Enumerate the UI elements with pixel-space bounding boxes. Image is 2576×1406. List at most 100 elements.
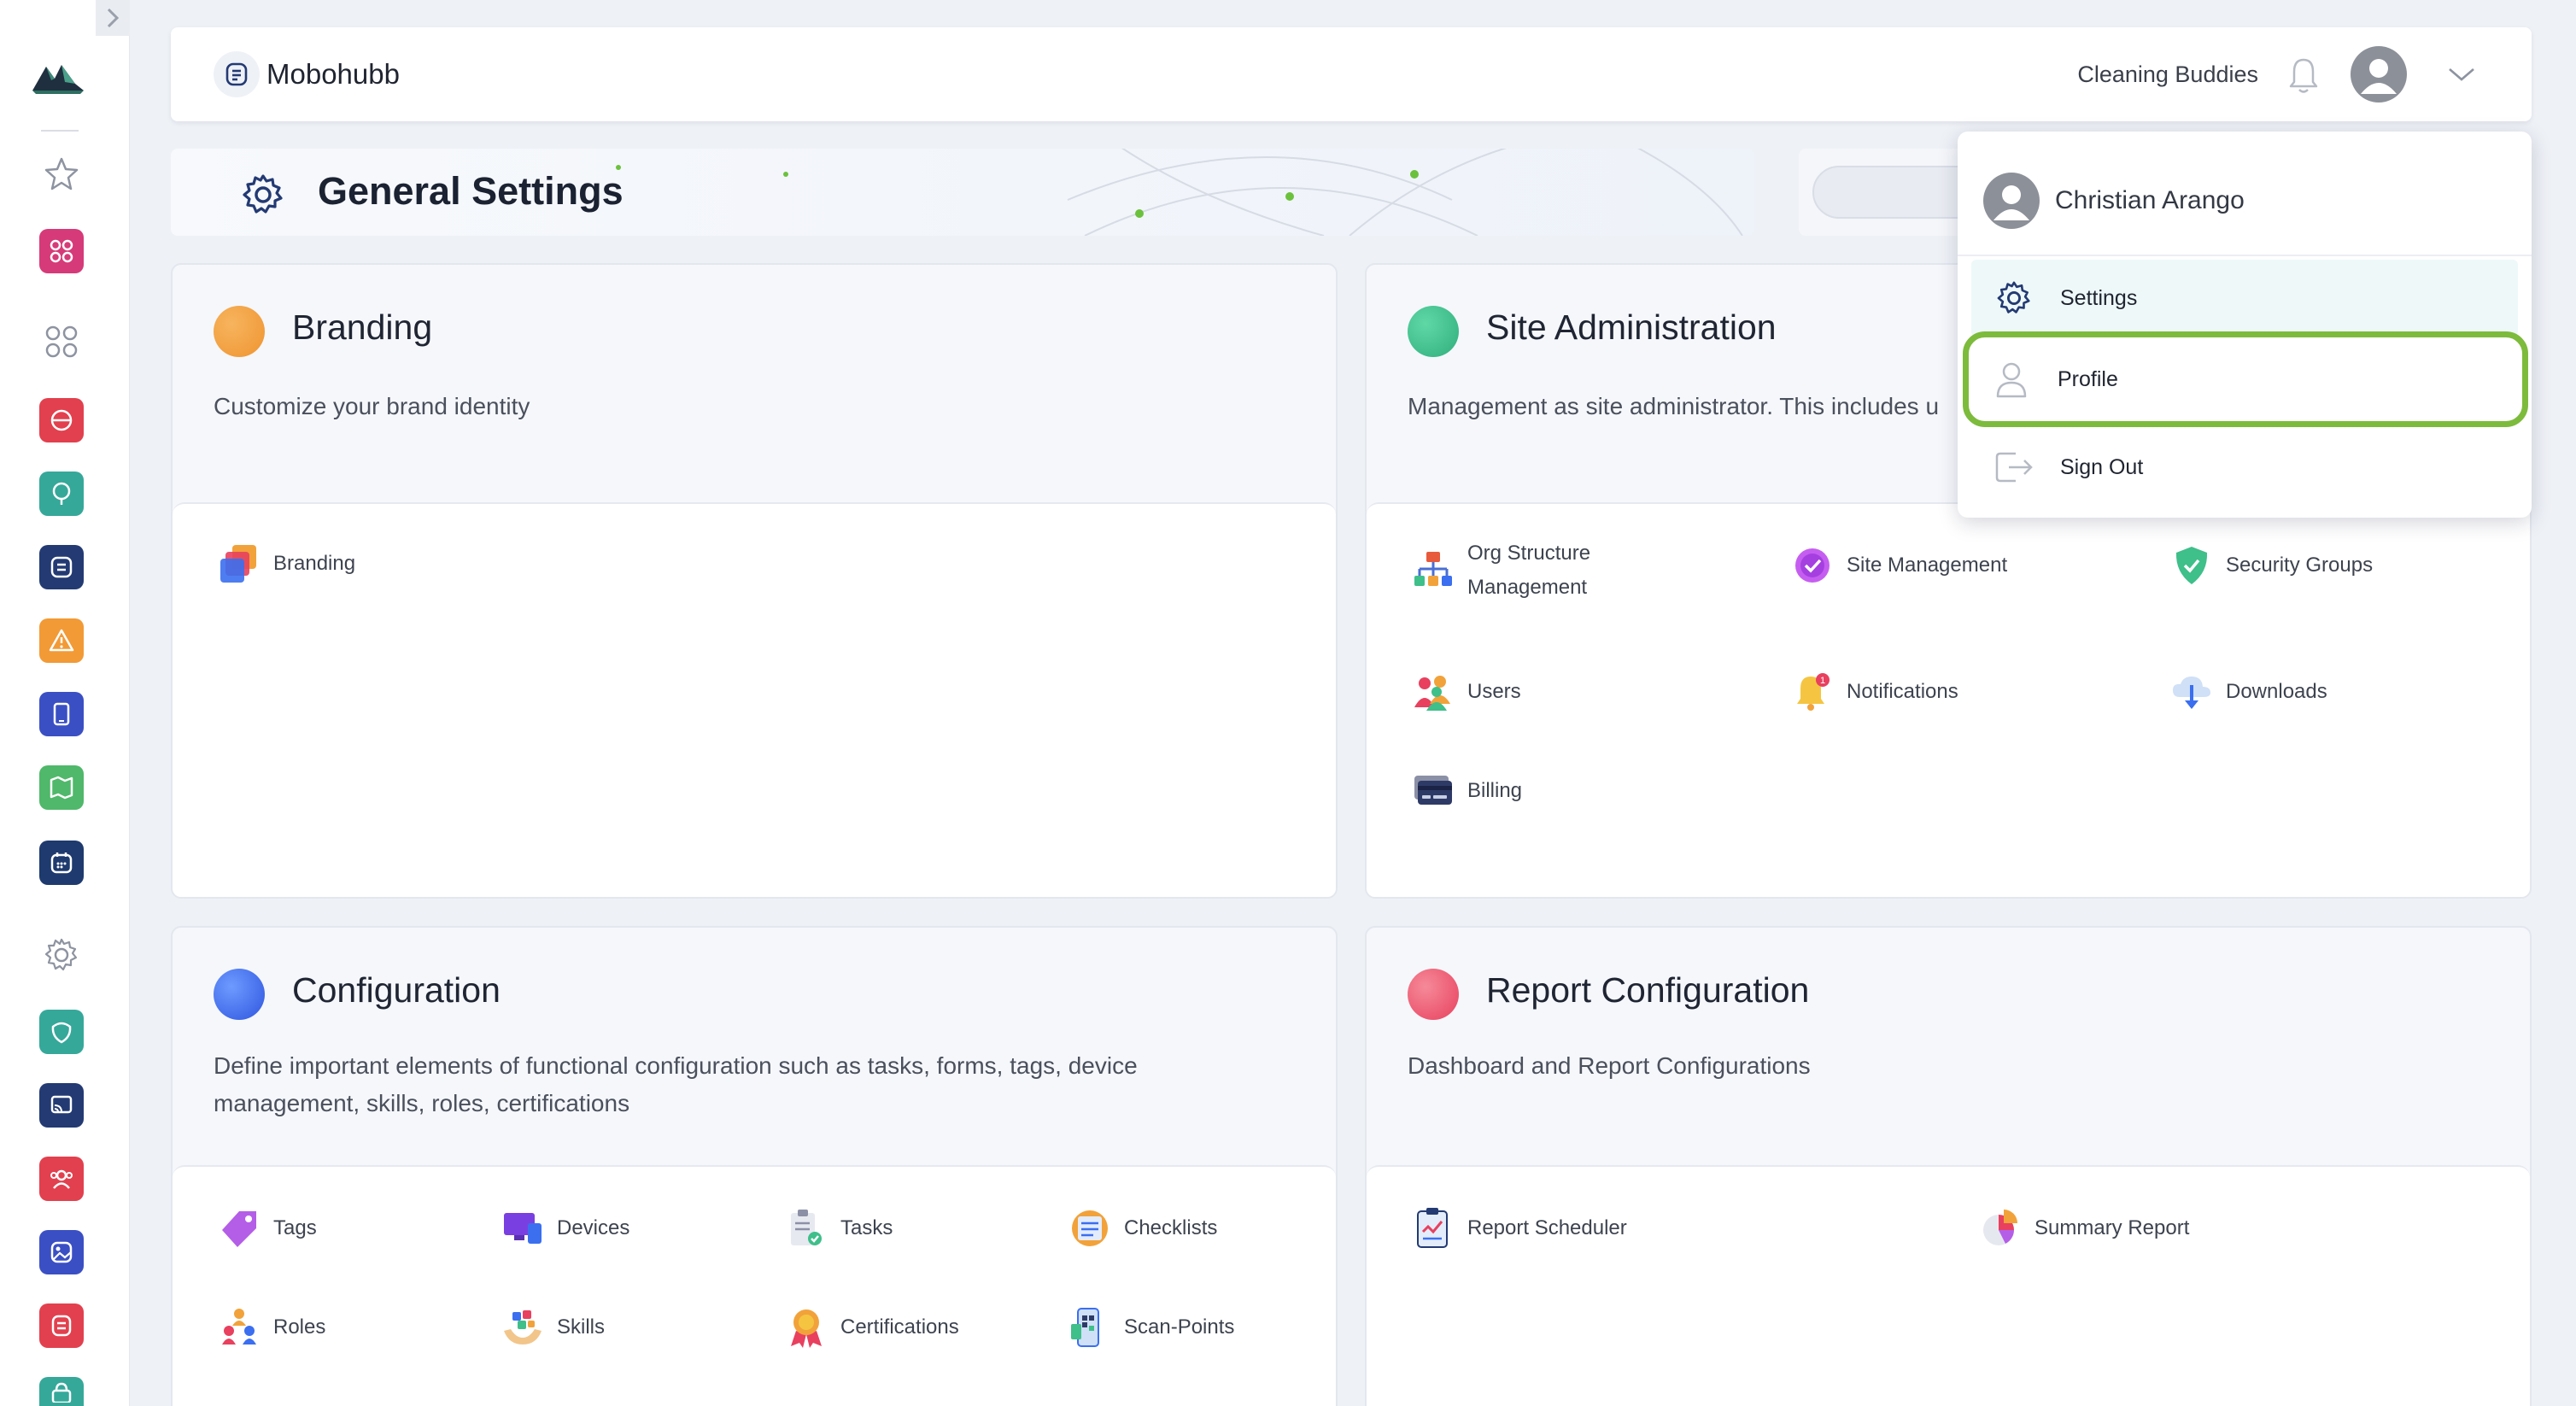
users-group-icon	[1414, 676, 1450, 711]
sidebar-map-icon[interactable]	[39, 765, 84, 810]
summary-report-label: Summary Report	[2034, 1216, 2190, 1239]
scan-points-item[interactable]: Scan-Points	[1068, 1305, 1234, 1350]
roles-item[interactable]: Roles	[217, 1305, 325, 1350]
dropdown-user-info: Christian Arango	[1983, 173, 2245, 229]
billing-item[interactable]: Billing	[1411, 769, 1522, 813]
report-config-description: Dashboard and Report Configurations	[1408, 1052, 1811, 1079]
sidebar-devices-icon[interactable]	[39, 692, 84, 736]
chevron-down-icon[interactable]	[2444, 60, 2479, 89]
tags-label: Tags	[273, 1216, 317, 1239]
configuration-card-body: Tags Devices Tasks Checklists Roles Skil…	[173, 1165, 1336, 1406]
tasks-label: Tasks	[840, 1216, 893, 1239]
skills-label: Skills	[557, 1315, 606, 1339]
sidebar-settings-icon[interactable]	[39, 933, 84, 977]
sidebar-calendar-icon[interactable]	[39, 841, 84, 885]
downloads-cloud-icon	[2173, 677, 2210, 709]
sidebar-cast-icon[interactable]	[39, 1083, 84, 1128]
security-groups-label: Security Groups	[2226, 554, 2374, 577]
downloads-label: Downloads	[2226, 680, 2327, 703]
report-config-title: Report Configuration	[1486, 970, 1810, 1010]
chevron-right-icon	[107, 8, 120, 28]
security-shield-icon	[2175, 547, 2208, 584]
sidebar-alert-icon[interactable]	[39, 618, 84, 663]
sidebar-location-icon[interactable]	[39, 472, 84, 516]
checklists-item[interactable]: Checklists	[1068, 1206, 1217, 1251]
devices-monitor-icon	[504, 1213, 542, 1244]
tasks-clipboard-icon	[791, 1210, 822, 1245]
checklists-label: Checklists	[1124, 1216, 1218, 1239]
configuration-card: Configuration Define important elements …	[171, 926, 1338, 1406]
branding-title: Branding	[292, 308, 433, 347]
report-scheduler-label: Report Scheduler	[1467, 1216, 1627, 1239]
sidebar-collapse-button[interactable]	[96, 0, 130, 36]
dropdown-settings-item[interactable]: Settings	[1971, 260, 2518, 337]
tags-label-icon	[222, 1211, 256, 1247]
branding-item-label: Branding	[273, 552, 356, 575]
profile-user-icon	[1988, 355, 2035, 403]
sidebar-team-icon[interactable]	[39, 1157, 84, 1201]
report-scheduler-icon	[1417, 1208, 1448, 1248]
sidebar-scan-icon[interactable]	[39, 398, 84, 442]
skills-hands-icon	[504, 1310, 542, 1344]
site-admin-dot	[1408, 306, 1459, 357]
certifications-medal-icon	[791, 1309, 822, 1348]
certifications-label: Certifications	[840, 1315, 959, 1339]
settings-gear-icon	[239, 171, 287, 219]
sidebar-modules-icon[interactable]	[39, 319, 84, 364]
summary-report-item[interactable]: Summary Report	[1978, 1206, 2189, 1251]
branding-item[interactable]: Branding	[217, 542, 355, 586]
sidebar-gallery-icon[interactable]	[39, 1230, 84, 1274]
billing-label: Billing	[1467, 779, 1523, 802]
brand-name: Mobohubb	[266, 58, 400, 90]
scan-points-label: Scan-Points	[1124, 1315, 1235, 1339]
roles-hierarchy-icon	[222, 1309, 256, 1344]
security-groups-item[interactable]: Security Groups	[2169, 543, 2373, 588]
configuration-title: Configuration	[292, 970, 501, 1010]
certifications-item[interactable]: Certifications	[784, 1305, 959, 1350]
report-config-card-body: Report Scheduler Summary Report	[1367, 1165, 2530, 1406]
notifications-label: Notifications	[1847, 680, 1958, 703]
sidebar-forms-icon[interactable]	[39, 545, 84, 589]
top-header: Mobohubb Cleaning Buddies	[171, 27, 2532, 121]
tags-item[interactable]: Tags	[217, 1206, 317, 1251]
branding-dot	[214, 306, 265, 357]
sidebar-bag-icon[interactable]	[39, 1377, 84, 1406]
sidebar	[0, 0, 130, 1406]
checklists-icon	[1072, 1210, 1108, 1246]
settings-gear-icon	[1990, 274, 2038, 322]
site-management-label: Site Management	[1847, 554, 2008, 577]
user-avatar-icon[interactable]	[2351, 46, 2407, 103]
app-logo-icon[interactable]	[31, 58, 85, 96]
sidebar-favorites-icon[interactable]	[39, 152, 84, 196]
downloads-item[interactable]: Downloads	[2169, 670, 2327, 714]
organization-name[interactable]: Cleaning Buddies	[2077, 62, 2258, 88]
site-management-item[interactable]: Site Management	[1790, 543, 2007, 588]
users-label: Users	[1467, 680, 1521, 703]
sidebar-reports-icon[interactable]	[39, 1303, 84, 1348]
tasks-item[interactable]: Tasks	[784, 1206, 893, 1251]
report-scheduler-item[interactable]: Report Scheduler	[1411, 1206, 1627, 1251]
skills-item[interactable]: Skills	[501, 1305, 605, 1350]
notifications-bell-icon[interactable]	[2282, 53, 2325, 99]
report-dot	[1408, 969, 1459, 1020]
dropdown-sign-out-label: Sign Out	[2060, 454, 2144, 479]
branding-palette-icon	[220, 545, 256, 583]
sign-out-icon	[1990, 443, 2038, 491]
roles-label: Roles	[273, 1315, 326, 1339]
user-menu-dropdown: Christian Arango Settings Profile Sign O…	[1958, 132, 2532, 518]
sidebar-apps-icon[interactable]	[39, 229, 84, 273]
org-structure-item[interactable]: Org Structure Management	[1411, 536, 1667, 605]
dropdown-user-name: Christian Arango	[2055, 186, 2245, 214]
site-admin-card-body: Org Structure Management Site Management…	[1367, 502, 2530, 897]
sidebar-shield-icon[interactable]	[39, 1010, 84, 1054]
dropdown-profile-item[interactable]: Profile	[1963, 331, 2528, 427]
branding-card: Branding Customize your brand identity B…	[171, 263, 1338, 899]
svg-text:1: 1	[1820, 676, 1825, 686]
dropdown-settings-label: Settings	[2060, 285, 2138, 310]
users-item[interactable]: Users	[1411, 670, 1521, 714]
billing-card-icon	[1414, 776, 1452, 805]
dropdown-sign-out-item[interactable]: Sign Out	[1971, 429, 2518, 506]
notifications-bell-color-icon: 1	[1797, 673, 1830, 711]
devices-item[interactable]: Devices	[501, 1206, 629, 1251]
notifications-item[interactable]: 1 Notifications	[1790, 670, 1958, 714]
